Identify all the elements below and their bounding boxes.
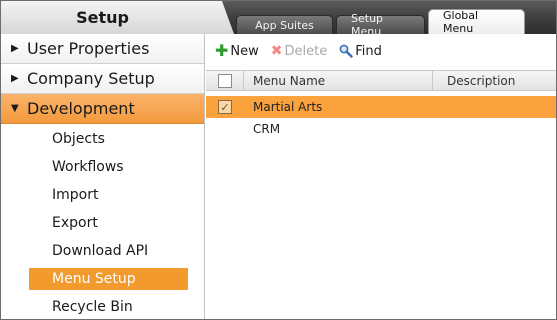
tab-app-suites[interactable]: App Suites — [236, 15, 333, 34]
top-tabs: App Suites Setup Menu Global Menu — [236, 9, 525, 38]
toolbar: ✚ New ✖ Delete Find — [206, 34, 556, 68]
find-button[interactable]: Find — [339, 44, 382, 59]
title-slant-decoration — [204, 1, 234, 34]
menu-name-cell: Martial Arts — [253, 100, 323, 114]
delete-button[interactable]: ✖ Delete — [271, 44, 327, 59]
sidebar-item-objects[interactable]: Objects — [1, 125, 204, 153]
chevron-right-icon: ▶ — [11, 73, 19, 84]
sidebar-item-download-api[interactable]: Download API — [1, 237, 204, 265]
new-button-label: New — [230, 43, 259, 59]
delete-button-label: Delete — [284, 43, 328, 59]
description-cell — [433, 96, 556, 118]
tab-setup-menu[interactable]: Setup Menu — [336, 12, 425, 38]
table-row[interactable]: CRM — [206, 118, 556, 140]
row-checkbox[interactable]: ✓ — [218, 100, 232, 114]
chevron-right-icon: ▶ — [11, 43, 19, 54]
grid-header: Menu Name Description — [206, 70, 556, 91]
new-button[interactable]: ✚ New — [215, 43, 259, 59]
chevron-down-icon: ▼ — [11, 103, 19, 114]
column-header-description[interactable]: Description — [433, 71, 556, 90]
column-header-menu-name[interactable]: Menu Name — [244, 71, 433, 90]
app-window: Setup App Suites Setup Menu Global Menu … — [0, 0, 557, 320]
search-icon — [339, 44, 353, 58]
sidebar-item-workflows[interactable]: Workflows — [1, 153, 204, 181]
main-panel: ✚ New ✖ Delete Find Menu Name Descriptio… — [206, 34, 556, 319]
sidebar-item-menu-setup[interactable]: Menu Setup — [29, 268, 188, 290]
header-checkbox-cell — [206, 71, 244, 90]
plus-icon: ✚ — [215, 41, 229, 60]
delete-x-icon: ✖ — [270, 43, 283, 59]
find-button-label: Find — [355, 43, 382, 59]
sidebar-item-export[interactable]: Export — [1, 209, 204, 237]
sidebar: ▶ User Properties ▶ Company Setup ▼ Deve… — [1, 34, 205, 319]
row-checkbox-cell — [206, 118, 244, 140]
sidebar-section-label: Company Setup — [27, 69, 155, 88]
sidebar-section-label: User Properties — [27, 39, 150, 58]
header-bar: Setup App Suites Setup Menu Global Menu — [1, 1, 556, 38]
sidebar-item-recycle-bin[interactable]: Recycle Bin — [1, 293, 204, 319]
row-checkbox-cell: ✓ — [206, 96, 244, 118]
sidebar-item-import[interactable]: Import — [1, 181, 204, 209]
page-title: Setup — [1, 1, 205, 34]
sidebar-section-development[interactable]: ▼ Development — [1, 94, 204, 124]
select-all-checkbox[interactable] — [217, 73, 232, 88]
sidebar-section-user-properties[interactable]: ▶ User Properties — [1, 34, 204, 64]
development-submenu: Objects Workflows Import Export Download… — [1, 124, 204, 319]
description-cell — [433, 118, 556, 140]
table-row[interactable]: ✓ Martial Arts — [206, 96, 556, 118]
tab-global-menu[interactable]: Global Menu — [428, 9, 525, 35]
sidebar-section-company-setup[interactable]: ▶ Company Setup — [1, 64, 204, 94]
sidebar-section-label: Development — [27, 99, 135, 118]
menu-grid: Menu Name Description ✓ Martial Arts CRM — [206, 70, 556, 140]
menu-name-cell: CRM — [253, 122, 281, 136]
